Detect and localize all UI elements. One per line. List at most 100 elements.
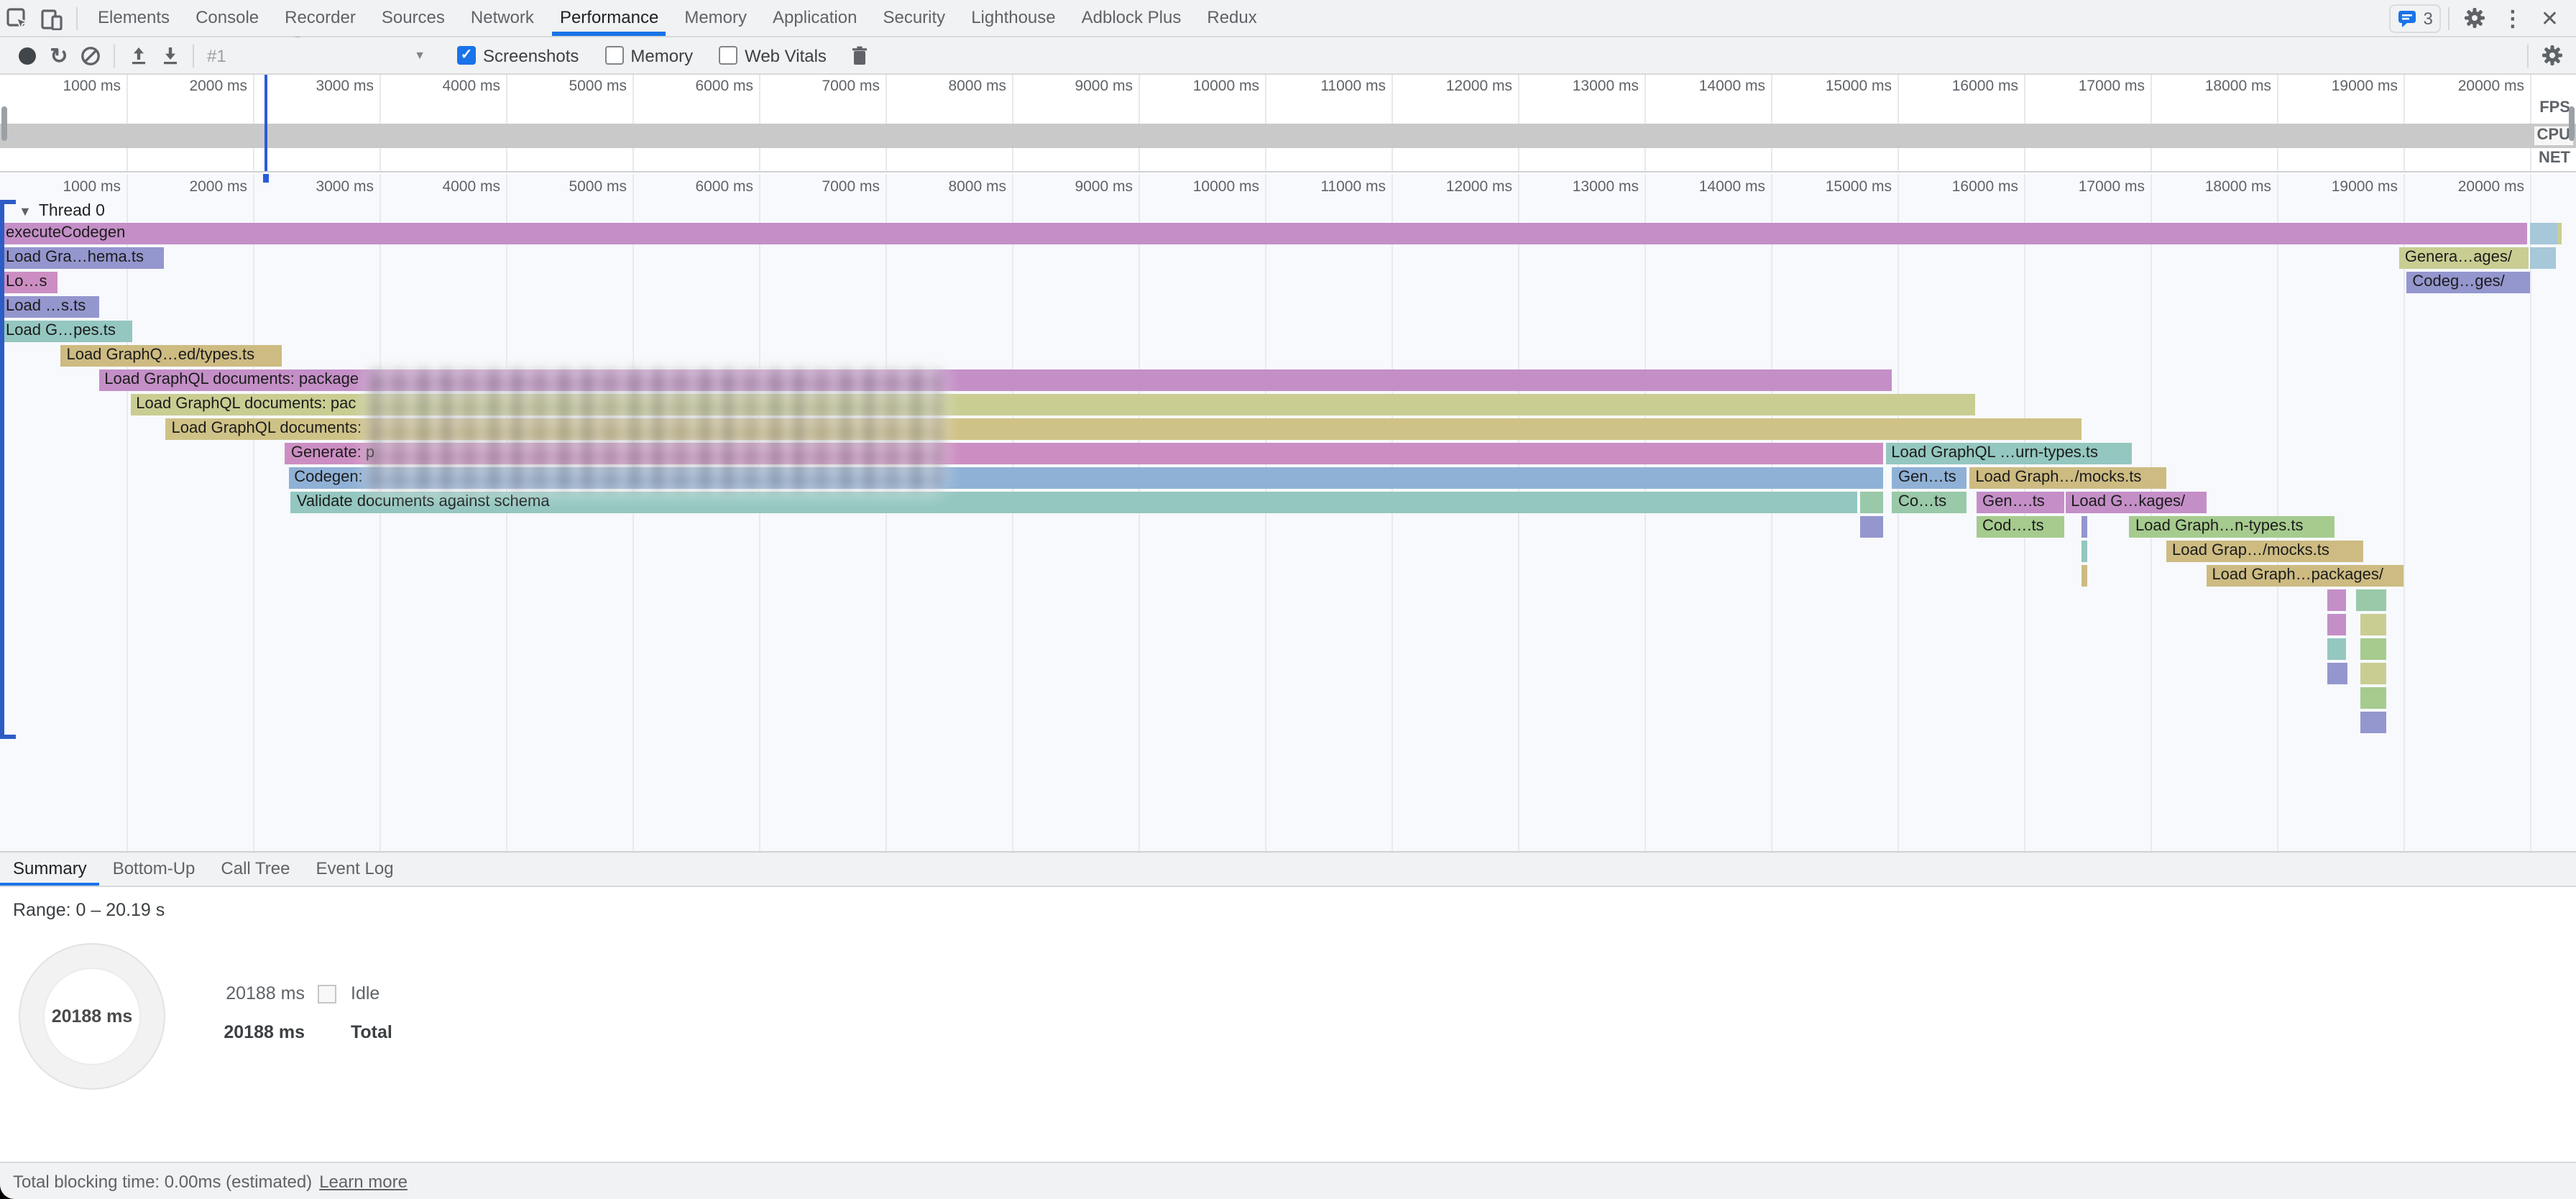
trash-icon[interactable] — [844, 40, 875, 71]
gridline — [1898, 75, 1899, 171]
flame-bar[interactable] — [2327, 638, 2347, 660]
tab-call-tree[interactable]: Call Tree — [208, 853, 303, 886]
flame-bar-label: Lo…s — [0, 273, 47, 290]
clear-button[interactable] — [75, 40, 106, 71]
close-devtools-icon[interactable]: ✕ — [2534, 5, 2566, 31]
flame-bar[interactable] — [2360, 614, 2386, 635]
flame-bar-gen-ts[interactable]: Gen….ts — [1977, 492, 2064, 513]
flame-bar-gen-ts[interactable]: Gen…ts — [1892, 467, 1967, 489]
selection-bracket — [0, 200, 4, 736]
flame-bar[interactable] — [2360, 638, 2386, 660]
tab-event-log[interactable]: Event Log — [303, 853, 406, 886]
learn-more-link[interactable]: Learn more — [319, 1171, 408, 1191]
tab-sources[interactable]: Sources — [369, 0, 458, 36]
flame-chart[interactable]: 1000 ms2000 ms3000 ms4000 ms5000 ms6000 … — [0, 174, 2576, 851]
flame-bar[interactable] — [2355, 589, 2386, 611]
flame-bar-load-graph-mocks-ts[interactable]: Load Graph…/mocks.ts — [1969, 467, 2166, 489]
flame-bar-cod-ts[interactable]: Cod….ts — [1977, 516, 2064, 538]
more-options-icon[interactable]: ⋮ — [2492, 5, 2534, 31]
tab-bottom-up[interactable]: Bottom-Up — [100, 853, 208, 886]
flame-bar-load-graph-packages-[interactable]: Load Graph…packages/ — [2206, 565, 2404, 587]
flame-bar-load-g-kages-[interactable]: Load G…kages/ — [2065, 492, 2207, 513]
gridline — [253, 75, 254, 171]
tab-application[interactable]: Application — [760, 0, 870, 36]
flame-bar[interactable] — [2360, 663, 2386, 684]
tab-network[interactable]: Network — [458, 0, 547, 36]
idle-swatch — [317, 984, 336, 1003]
ruler-tick-label: 7000 ms — [765, 178, 880, 196]
flame-bar-load-graph-n-types-ts[interactable]: Load Graph…n-types.ts — [2130, 516, 2334, 538]
flame-bar[interactable] — [2082, 541, 2087, 562]
checkbox-unchecked-icon[interactable] — [604, 46, 623, 65]
flame-bar-load-graphq-ed-types-ts[interactable]: Load GraphQ…ed/types.ts — [60, 345, 282, 367]
tab-summary[interactable]: Summary — [0, 853, 100, 886]
flame-bar-validate-documents-against-schema[interactable]: Validate documents against schema — [291, 492, 1857, 513]
tab-redux[interactable]: Redux — [1194, 0, 1269, 36]
settings-gear-icon[interactable] — [2457, 2, 2492, 34]
flame-bar[interactable] — [2557, 223, 2561, 244]
device-toolbar-icon[interactable] — [34, 2, 69, 34]
gridline — [506, 75, 507, 171]
flame-bar-co-ts[interactable]: Co…ts — [1892, 492, 1967, 513]
checkbox-label: Memory — [630, 45, 693, 65]
tab-console[interactable]: Console — [183, 0, 272, 36]
checkbox-unchecked-icon[interactable] — [719, 46, 737, 65]
inspect-element-icon[interactable] — [0, 2, 34, 34]
thread-header[interactable]: ▼ Thread 0 — [19, 203, 105, 220]
flame-bar-codeg-ges-[interactable]: Codeg…ges/ — [2406, 272, 2529, 293]
flame-bar-load-s-ts[interactable]: Load …s.ts — [0, 296, 98, 318]
divider — [2449, 6, 2450, 29]
tab-memory[interactable]: Memory — [671, 0, 760, 36]
history-dropdown[interactable]: #1 ▼ — [201, 41, 431, 70]
flame-bar[interactable] — [2082, 565, 2087, 587]
divider — [76, 6, 78, 29]
gridline — [1771, 75, 1772, 171]
flame-bar-load-gra-hema-ts[interactable]: Load Gra…hema.ts — [0, 247, 165, 269]
load-profile-button[interactable] — [122, 40, 154, 71]
flame-bar-genera-ages-[interactable]: Genera…ages/ — [2399, 247, 2529, 269]
flame-bar[interactable] — [2327, 589, 2347, 611]
history-selected: #1 — [207, 45, 226, 65]
overview-right-handle[interactable] — [2569, 106, 2575, 141]
checkbox-memory[interactable]: Memory — [604, 45, 693, 65]
flame-bar-load-g-pes-ts[interactable]: Load G…pes.ts — [0, 321, 133, 342]
flame-bar[interactable] — [2530, 247, 2555, 269]
ruler-tick-label: 19000 ms — [2283, 78, 2398, 95]
flame-bar[interactable] — [2360, 687, 2386, 709]
flame-bar-label: Load G…kages/ — [2065, 493, 2185, 510]
flame-bar-executecodegen[interactable]: executeCodegen — [0, 223, 2527, 244]
overview-left-handle[interactable] — [1, 106, 7, 141]
flame-bar[interactable] — [2530, 223, 2557, 244]
checkbox-web-vitals[interactable]: Web Vitals — [719, 45, 827, 65]
save-profile-button[interactable] — [154, 40, 185, 71]
tab-security[interactable]: Security — [870, 0, 958, 36]
tab-adblock-plus[interactable]: Adblock Plus — [1069, 0, 1195, 36]
tab-lighthouse[interactable]: Lighthouse — [958, 0, 1068, 36]
flame-bar-load-graphql-documents-package[interactable]: Load GraphQL documents: package — [98, 369, 1891, 391]
flame-bar[interactable] — [2327, 614, 2347, 635]
flame-bar-load-grap-mocks-ts[interactable]: Load Grap…/mocks.ts — [2166, 541, 2363, 562]
ruler-tick-label: 1000 ms — [6, 178, 121, 196]
tab-elements[interactable]: Elements — [85, 0, 183, 36]
ruler-tick-label: 19000 ms — [2283, 178, 2398, 196]
capture-settings-gear-icon[interactable] — [2536, 40, 2567, 71]
issues-button[interactable]: 3 — [2388, 4, 2441, 32]
checkbox-checked-icon[interactable]: ✓ — [457, 46, 476, 65]
record-button[interactable] — [12, 40, 43, 71]
reload-and-record-button[interactable]: ↻ — [43, 40, 75, 71]
flame-bar[interactable] — [2082, 516, 2087, 538]
flame-bar[interactable] — [2360, 712, 2386, 733]
flame-bar-lo-s[interactable]: Lo…s — [0, 272, 58, 293]
flame-bar[interactable] — [1860, 492, 1883, 513]
gridline — [2530, 174, 2531, 851]
tab-performance[interactable]: Performance — [547, 0, 671, 36]
checkbox-screenshots[interactable]: ✓ Screenshots — [457, 45, 579, 65]
flame-bar-load-graphql-urn-types-ts[interactable]: Load GraphQL …urn-types.ts — [1885, 443, 2132, 464]
timeline-overview[interactable]: 1000 ms2000 ms3000 ms4000 ms5000 ms6000 … — [0, 75, 2576, 173]
lane-label-fps: FPS — [2536, 99, 2573, 118]
flame-bar[interactable] — [1860, 516, 1883, 538]
checkbox-label: Screenshots — [483, 45, 579, 65]
flame-bar-label: Load GraphQL documents: package — [98, 371, 359, 388]
tab-recorder[interactable]: Recorder — [272, 0, 369, 36]
flame-bar[interactable] — [2327, 663, 2347, 684]
